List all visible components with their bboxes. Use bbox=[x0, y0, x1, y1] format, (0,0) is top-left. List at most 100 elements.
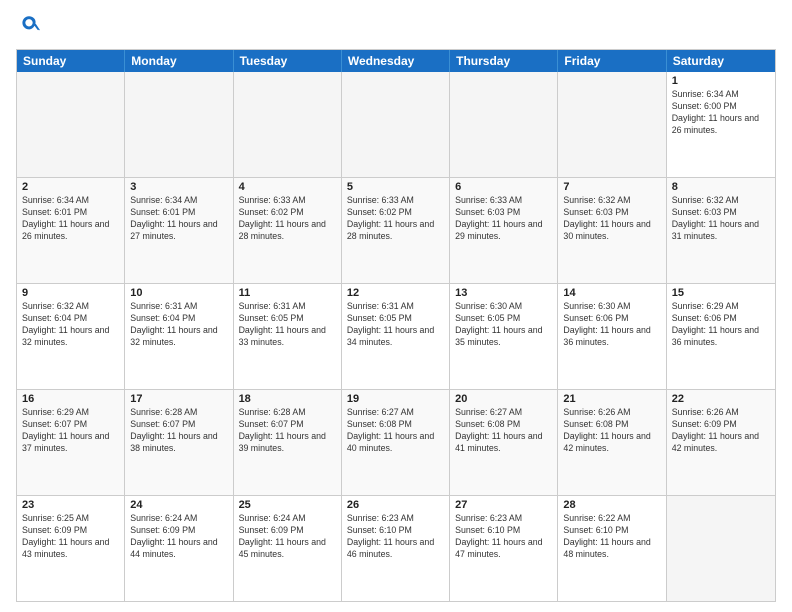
day-number: 28 bbox=[563, 499, 660, 511]
day-info: Sunrise: 6:34 AM Sunset: 6:00 PM Dayligh… bbox=[672, 89, 770, 137]
day-number: 25 bbox=[239, 499, 336, 511]
day-number: 26 bbox=[347, 499, 444, 511]
day-info: Sunrise: 6:27 AM Sunset: 6:08 PM Dayligh… bbox=[347, 407, 444, 455]
header-cell-friday: Friday bbox=[558, 50, 666, 72]
calendar-cell: 2 Sunrise: 6:34 AM Sunset: 6:01 PM Daylig… bbox=[17, 178, 125, 283]
page: SundayMondayTuesdayWednesdayThursdayFrid… bbox=[0, 0, 792, 612]
day-number: 20 bbox=[455, 393, 552, 405]
header-cell-monday: Monday bbox=[125, 50, 233, 72]
day-number: 9 bbox=[22, 287, 119, 299]
calendar-cell: 16 Sunrise: 6:29 AM Sunset: 6:07 PM Dayli… bbox=[17, 390, 125, 495]
day-info: Sunrise: 6:30 AM Sunset: 6:06 PM Dayligh… bbox=[563, 301, 660, 349]
logo-icon bbox=[18, 14, 40, 36]
calendar-cell: 23 Sunrise: 6:25 AM Sunset: 6:09 PM Dayli… bbox=[17, 496, 125, 601]
day-number: 6 bbox=[455, 181, 552, 193]
calendar-cell: 5Sunrise: 6:33 AM Sunset: 6:02 PM Daylig… bbox=[342, 178, 450, 283]
day-info: Sunrise: 6:28 AM Sunset: 6:07 PM Dayligh… bbox=[239, 407, 336, 455]
calendar-cell: 3 Sunrise: 6:34 AM Sunset: 6:01 PM Daylig… bbox=[125, 178, 233, 283]
day-info: Sunrise: 6:22 AM Sunset: 6:10 PM Dayligh… bbox=[563, 513, 660, 561]
header-cell-sunday: Sunday bbox=[17, 50, 125, 72]
day-info: Sunrise: 6:30 AM Sunset: 6:05 PM Dayligh… bbox=[455, 301, 552, 349]
calendar-cell: 20 Sunrise: 6:27 AM Sunset: 6:08 PM Dayli… bbox=[450, 390, 558, 495]
day-number: 19 bbox=[347, 393, 444, 405]
day-info: Sunrise: 6:33 AM Sunset: 6:03 PM Dayligh… bbox=[455, 195, 552, 243]
day-number: 3 bbox=[130, 181, 227, 193]
calendar-cell: 8 Sunrise: 6:32 AM Sunset: 6:03 PM Daylig… bbox=[667, 178, 775, 283]
calendar-body: 1 Sunrise: 6:34 AM Sunset: 6:00 PM Daylig… bbox=[17, 72, 775, 601]
day-number: 21 bbox=[563, 393, 660, 405]
day-number: 18 bbox=[239, 393, 336, 405]
header-cell-wednesday: Wednesday bbox=[342, 50, 450, 72]
day-number: 24 bbox=[130, 499, 227, 511]
calendar-cell: 28 Sunrise: 6:22 AM Sunset: 6:10 PM Dayli… bbox=[558, 496, 666, 601]
day-info: Sunrise: 6:32 AM Sunset: 6:03 PM Dayligh… bbox=[563, 195, 660, 243]
day-number: 2 bbox=[22, 181, 119, 193]
day-info: Sunrise: 6:23 AM Sunset: 6:10 PM Dayligh… bbox=[347, 513, 444, 561]
calendar-cell: 18 Sunrise: 6:28 AM Sunset: 6:07 PM Dayli… bbox=[234, 390, 342, 495]
header bbox=[16, 14, 776, 41]
calendar: SundayMondayTuesdayWednesdayThursdayFrid… bbox=[16, 49, 776, 602]
week-row-4: 23 Sunrise: 6:25 AM Sunset: 6:09 PM Dayli… bbox=[17, 495, 775, 601]
calendar-cell: 11Sunrise: 6:31 AM Sunset: 6:05 PM Dayli… bbox=[234, 284, 342, 389]
calendar-cell bbox=[234, 72, 342, 177]
day-info: Sunrise: 6:27 AM Sunset: 6:08 PM Dayligh… bbox=[455, 407, 552, 455]
day-info: Sunrise: 6:32 AM Sunset: 6:04 PM Dayligh… bbox=[22, 301, 119, 349]
header-cell-saturday: Saturday bbox=[667, 50, 775, 72]
day-number: 12 bbox=[347, 287, 444, 299]
calendar-cell: 13 Sunrise: 6:30 AM Sunset: 6:05 PM Dayli… bbox=[450, 284, 558, 389]
calendar-cell: 25 Sunrise: 6:24 AM Sunset: 6:09 PM Dayli… bbox=[234, 496, 342, 601]
calendar-cell bbox=[342, 72, 450, 177]
calendar-cell bbox=[125, 72, 233, 177]
day-number: 15 bbox=[672, 287, 770, 299]
calendar-cell: 15 Sunrise: 6:29 AM Sunset: 6:06 PM Dayli… bbox=[667, 284, 775, 389]
day-info: Sunrise: 6:25 AM Sunset: 6:09 PM Dayligh… bbox=[22, 513, 119, 561]
calendar-cell: 17 Sunrise: 6:28 AM Sunset: 6:07 PM Dayli… bbox=[125, 390, 233, 495]
day-number: 13 bbox=[455, 287, 552, 299]
day-info: Sunrise: 6:34 AM Sunset: 6:01 PM Dayligh… bbox=[130, 195, 227, 243]
header-cell-tuesday: Tuesday bbox=[234, 50, 342, 72]
week-row-2: 9 Sunrise: 6:32 AM Sunset: 6:04 PM Daylig… bbox=[17, 283, 775, 389]
calendar-cell: 7 Sunrise: 6:32 AM Sunset: 6:03 PM Daylig… bbox=[558, 178, 666, 283]
day-info: Sunrise: 6:31 AM Sunset: 6:05 PM Dayligh… bbox=[347, 301, 444, 349]
day-info: Sunrise: 6:26 AM Sunset: 6:08 PM Dayligh… bbox=[563, 407, 660, 455]
calendar-cell: 12 Sunrise: 6:31 AM Sunset: 6:05 PM Dayli… bbox=[342, 284, 450, 389]
day-number: 17 bbox=[130, 393, 227, 405]
day-number: 23 bbox=[22, 499, 119, 511]
calendar-cell bbox=[558, 72, 666, 177]
day-info: Sunrise: 6:34 AM Sunset: 6:01 PM Dayligh… bbox=[22, 195, 119, 243]
day-info: Sunrise: 6:24 AM Sunset: 6:09 PM Dayligh… bbox=[130, 513, 227, 561]
calendar-cell: 14 Sunrise: 6:30 AM Sunset: 6:06 PM Dayli… bbox=[558, 284, 666, 389]
day-number: 5 bbox=[347, 181, 444, 193]
calendar-cell bbox=[667, 496, 775, 601]
day-number: 14 bbox=[563, 287, 660, 299]
calendar-cell: 6 Sunrise: 6:33 AM Sunset: 6:03 PM Daylig… bbox=[450, 178, 558, 283]
day-number: 7 bbox=[563, 181, 660, 193]
calendar-cell bbox=[450, 72, 558, 177]
calendar-cell: 9 Sunrise: 6:32 AM Sunset: 6:04 PM Daylig… bbox=[17, 284, 125, 389]
day-info: Sunrise: 6:29 AM Sunset: 6:06 PM Dayligh… bbox=[672, 301, 770, 349]
day-number: 4 bbox=[239, 181, 336, 193]
calendar-header: SundayMondayTuesdayWednesdayThursdayFrid… bbox=[17, 50, 775, 72]
calendar-cell: 19 Sunrise: 6:27 AM Sunset: 6:08 PM Dayli… bbox=[342, 390, 450, 495]
day-info: Sunrise: 6:31 AM Sunset: 6:04 PM Dayligh… bbox=[130, 301, 227, 349]
day-info: Sunrise: 6:32 AM Sunset: 6:03 PM Dayligh… bbox=[672, 195, 770, 243]
calendar-cell: 1 Sunrise: 6:34 AM Sunset: 6:00 PM Daylig… bbox=[667, 72, 775, 177]
day-number: 1 bbox=[672, 75, 770, 87]
calendar-cell: 27Sunrise: 6:23 AM Sunset: 6:10 PM Dayli… bbox=[450, 496, 558, 601]
week-row-1: 2 Sunrise: 6:34 AM Sunset: 6:01 PM Daylig… bbox=[17, 177, 775, 283]
day-info: Sunrise: 6:29 AM Sunset: 6:07 PM Dayligh… bbox=[22, 407, 119, 455]
day-number: 16 bbox=[22, 393, 119, 405]
day-number: 10 bbox=[130, 287, 227, 299]
calendar-cell: 22Sunrise: 6:26 AM Sunset: 6:09 PM Dayli… bbox=[667, 390, 775, 495]
day-info: Sunrise: 6:23 AM Sunset: 6:10 PM Dayligh… bbox=[455, 513, 552, 561]
week-row-3: 16 Sunrise: 6:29 AM Sunset: 6:07 PM Dayli… bbox=[17, 389, 775, 495]
day-info: Sunrise: 6:28 AM Sunset: 6:07 PM Dayligh… bbox=[130, 407, 227, 455]
day-number: 22 bbox=[672, 393, 770, 405]
calendar-cell: 10 Sunrise: 6:31 AM Sunset: 6:04 PM Dayli… bbox=[125, 284, 233, 389]
calendar-cell: 21 Sunrise: 6:26 AM Sunset: 6:08 PM Dayli… bbox=[558, 390, 666, 495]
day-number: 8 bbox=[672, 181, 770, 193]
calendar-cell: 24 Sunrise: 6:24 AM Sunset: 6:09 PM Dayli… bbox=[125, 496, 233, 601]
day-info: Sunrise: 6:31 AM Sunset: 6:05 PM Dayligh… bbox=[239, 301, 336, 349]
week-row-0: 1 Sunrise: 6:34 AM Sunset: 6:00 PM Daylig… bbox=[17, 72, 775, 177]
day-info: Sunrise: 6:24 AM Sunset: 6:09 PM Dayligh… bbox=[239, 513, 336, 561]
